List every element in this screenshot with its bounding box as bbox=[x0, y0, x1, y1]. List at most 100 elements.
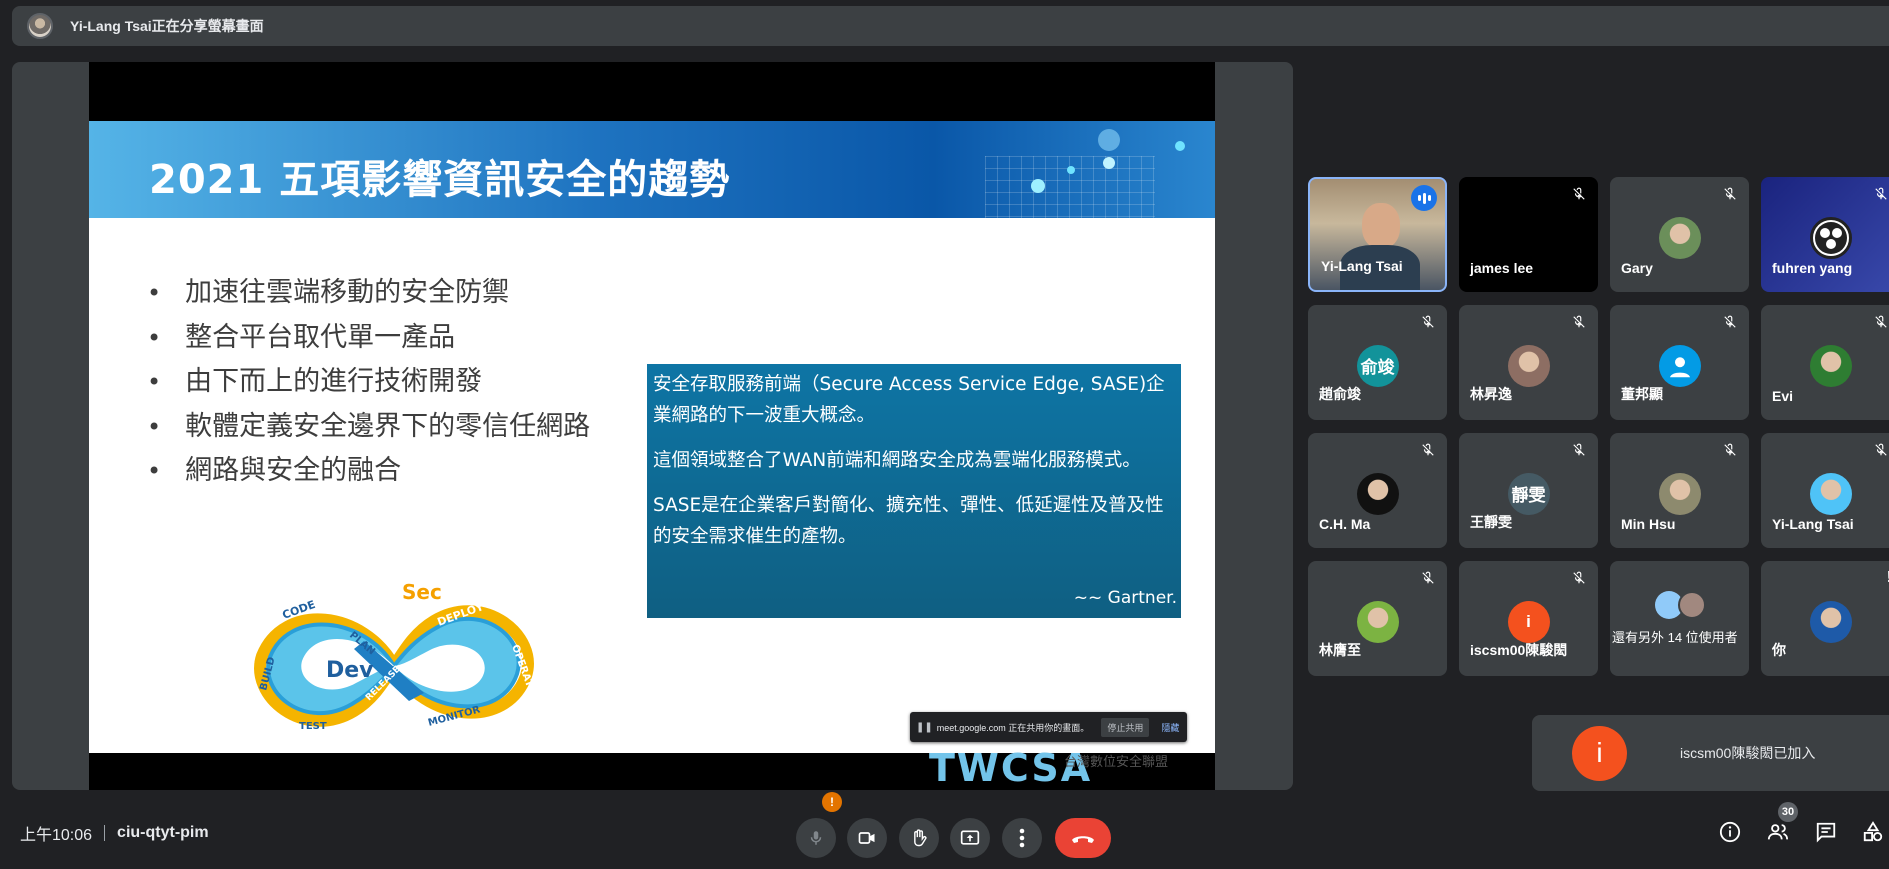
participant-tile[interactable]: 還有另外 14 位使用者 bbox=[1610, 561, 1749, 676]
mic-muted-icon bbox=[1874, 443, 1888, 457]
participant-tile[interactable]: Yi-Lang Tsai bbox=[1761, 433, 1889, 548]
participant-name: 王靜雯 bbox=[1470, 514, 1512, 530]
people-count-badge: 30 bbox=[1778, 802, 1798, 822]
banner-bubble bbox=[1175, 141, 1185, 151]
participant-name: Min Hsu bbox=[1621, 516, 1676, 532]
screen-share-notice: ❚❚ meet.google.com 正在共用你的畫面。 停止共用 隱藏 bbox=[910, 712, 1187, 742]
participant-name: 趙俞竣 bbox=[1319, 386, 1361, 402]
diagram-label-sec: Sec bbox=[402, 581, 442, 604]
microphone-button[interactable] bbox=[796, 818, 836, 858]
current-time: 上午10:06 bbox=[20, 827, 93, 844]
diagram-label-dev: Dev bbox=[326, 658, 374, 683]
participant-avatar bbox=[1356, 600, 1399, 643]
meeting-info-button[interactable] bbox=[1715, 817, 1745, 847]
quote-source: ~~ Gartner. bbox=[1073, 588, 1177, 608]
banner-bubble bbox=[1103, 157, 1115, 169]
banner-bubble bbox=[1098, 129, 1120, 151]
participant-tile[interactable]: 董邦顯 bbox=[1610, 305, 1749, 420]
participant-avatar bbox=[1809, 344, 1852, 387]
hand-icon bbox=[914, 829, 927, 847]
participant-avatar bbox=[1658, 344, 1701, 387]
participant-avatar bbox=[1356, 472, 1399, 515]
chat-button[interactable] bbox=[1811, 817, 1841, 847]
mic-muted-icon bbox=[1874, 315, 1888, 329]
participant-tile[interactable]: james lee bbox=[1459, 177, 1598, 292]
participant-tile[interactable]: 你! bbox=[1761, 561, 1889, 676]
video-feed-person bbox=[1362, 203, 1400, 249]
slide-title: 2021 五項影響資訊安全的趨勢 bbox=[149, 157, 731, 203]
end-call-icon bbox=[1072, 836, 1094, 843]
participant-avatar bbox=[1678, 591, 1706, 619]
participant-tile[interactable]: Evi bbox=[1761, 305, 1889, 420]
participant-name: Evi bbox=[1772, 388, 1794, 404]
participant-avatar: i bbox=[1507, 600, 1550, 643]
presenter-banner-title: Yi-Lang Tsai正在分享螢幕畫面 bbox=[70, 18, 264, 34]
participant-name: 董邦顯 bbox=[1621, 386, 1663, 402]
quote-paragraph: SASE是在企業客戶對簡化、擴充性、彈性、低延遲性及普及性的安全需求催生的產物。 bbox=[653, 495, 1164, 547]
participant-tile[interactable]: fuhren yang bbox=[1761, 177, 1889, 292]
sase-quote-box: 安全存取服務前端（Secure Access Service Edge, SAS… bbox=[647, 364, 1181, 618]
participant-avatar bbox=[1809, 216, 1852, 259]
participant-tile[interactable]: 林膺至 bbox=[1308, 561, 1447, 676]
more-options-button[interactable] bbox=[1002, 818, 1042, 858]
info-icon bbox=[1719, 821, 1741, 843]
participant-avatar bbox=[1658, 472, 1701, 515]
participant-tile[interactable]: Gary bbox=[1610, 177, 1749, 292]
more-vertical-icon bbox=[1019, 828, 1025, 848]
stop-sharing-button[interactable]: 停止共用 bbox=[1101, 717, 1150, 737]
participant-name: james lee bbox=[1470, 260, 1534, 276]
participant-avatar: 靜雯 bbox=[1507, 472, 1550, 515]
hide-notice-button[interactable]: 隱藏 bbox=[1161, 721, 1179, 734]
slide: 2021 五項影響資訊安全的趨勢 加速往雲端移動的安全防禦 整合平台取代單一產品… bbox=[89, 121, 1215, 790]
participant-tile[interactable]: 靜雯 王靜雯 bbox=[1459, 433, 1598, 548]
participant-tile[interactable]: C.H. Ma bbox=[1308, 433, 1447, 548]
present-screen-button[interactable] bbox=[950, 818, 990, 858]
leave-call-button[interactable] bbox=[1055, 818, 1111, 858]
participant-tile[interactable]: i iscsm00陳駿閎 bbox=[1459, 561, 1598, 676]
camera-icon bbox=[858, 832, 875, 844]
joined-user-avatar: i bbox=[1572, 725, 1627, 781]
participant-name: 你 bbox=[1772, 642, 1786, 658]
mic-muted-icon bbox=[1572, 315, 1586, 329]
participant-name: 林膺至 bbox=[1319, 642, 1361, 658]
raise-hand-button[interactable] bbox=[899, 818, 939, 858]
participant-name: 林昇逸 bbox=[1470, 386, 1512, 402]
participant-tile[interactable]: 俞竣 趙俞竣 bbox=[1308, 305, 1447, 420]
diagram-label-ops: Ops bbox=[436, 658, 484, 683]
slide-bullet: 網路與安全的融合 bbox=[147, 449, 590, 494]
slide-bullet: 整合平台取代單一產品 bbox=[147, 316, 590, 361]
participant-tile[interactable]: 林昇逸 bbox=[1459, 305, 1598, 420]
people-icon bbox=[1767, 824, 1789, 840]
presenter-avatar bbox=[27, 13, 53, 39]
participant-tile[interactable]: Yi-Lang Tsai bbox=[1308, 177, 1447, 292]
mic-muted-icon bbox=[1421, 571, 1435, 585]
slide-bullet-list: 加速往雲端移動的安全防禦 整合平台取代單一產品 由下而上的進行技術開發 軟體定義… bbox=[147, 271, 590, 494]
participant-avatar bbox=[1809, 472, 1852, 515]
mic-muted-icon bbox=[1572, 443, 1586, 457]
chat-icon bbox=[1816, 822, 1836, 843]
activities-icon bbox=[1863, 821, 1883, 842]
mic-muted-icon bbox=[1572, 187, 1586, 201]
presentation-stage: 2021 五項影響資訊安全的趨勢 加速往雲端移動的安全防禦 整合平台取代單一產品… bbox=[12, 62, 1293, 790]
participant-avatar bbox=[1809, 600, 1852, 643]
diagram-label-test: TEST bbox=[299, 721, 327, 732]
activities-button[interactable] bbox=[1858, 817, 1888, 847]
mic-off-icon bbox=[810, 831, 822, 845]
quote-paragraph: 安全存取服務前端（Secure Access Service Edge, SAS… bbox=[653, 374, 1165, 426]
participant-name: Gary bbox=[1621, 260, 1653, 276]
present-screen-icon bbox=[960, 830, 980, 845]
participant-name: 還有另外 14 位使用者 bbox=[1612, 630, 1738, 645]
warning-indicator[interactable]: ! bbox=[822, 792, 842, 812]
mic-muted-icon bbox=[1874, 187, 1888, 201]
participant-tile[interactable]: Min Hsu bbox=[1610, 433, 1749, 548]
banner-bubble bbox=[1067, 166, 1075, 174]
mic-muted-icon bbox=[1421, 443, 1435, 457]
devsecops-infinity-diagram: Dev Ops Sec CODE BUILD TEST PLAN RELEASE… bbox=[254, 581, 537, 732]
mic-muted-icon bbox=[1572, 571, 1586, 585]
slide-bullet: 由下而上的進行技術開發 bbox=[147, 360, 590, 405]
slide-bullet: 加速往雲端移動的安全防禦 bbox=[147, 271, 590, 316]
join-notification: i iscsm00陳駿閎已加入 bbox=[1532, 715, 1889, 791]
participant-name: Yi-Lang Tsai bbox=[1772, 516, 1854, 532]
camera-button[interactable] bbox=[847, 818, 887, 858]
share-notice-text: meet.google.com 正在共用你的畫面。 bbox=[936, 722, 1090, 733]
